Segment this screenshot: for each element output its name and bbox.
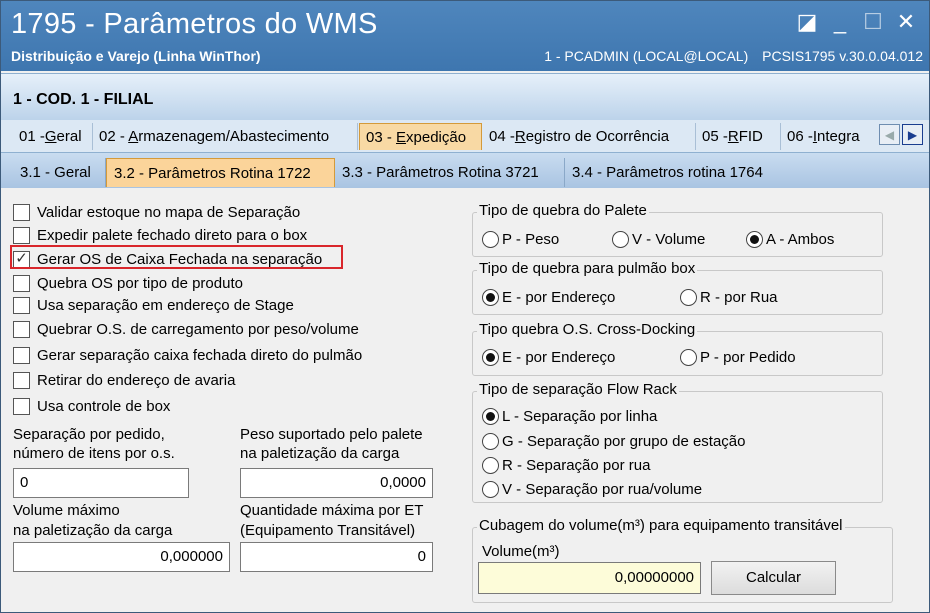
- sep-pedido-label-line1: Separação por pedido,: [13, 426, 165, 443]
- highlight-box: [10, 245, 343, 269]
- tab-registro-ocorrencia[interactable]: 04 -Registro de Ocorrência: [483, 123, 696, 150]
- calcular-button[interactable]: Calcular: [711, 561, 836, 595]
- group-title: Tipo de separação Flow Rack: [477, 381, 679, 398]
- radio-circle-selected[interactable]: [746, 231, 763, 248]
- radio-circle[interactable]: [482, 433, 499, 450]
- checkbox-box[interactable]: [13, 227, 30, 244]
- checkbox-box[interactable]: [13, 347, 30, 364]
- radio-circle[interactable]: [680, 349, 697, 366]
- volume-m3-input[interactable]: 0,00000000: [478, 562, 701, 594]
- tab-expedicao[interactable]: 03 - Expedição: [359, 123, 482, 150]
- qtd-label-line1: Quantidade máxima por ET: [240, 502, 424, 519]
- group-title: Cubagem do volume(m³) para equipamento t…: [477, 517, 845, 534]
- radio-circle[interactable]: [612, 231, 629, 248]
- tab-content: Validar estoque no mapa de Separação Exp…: [1, 188, 929, 612]
- volume-input[interactable]: 0,000000: [13, 542, 230, 572]
- maximize-button[interactable]: ☐: [860, 9, 886, 35]
- radio-circle[interactable]: [680, 289, 697, 306]
- peso-label-line1: Peso suportado pelo palete: [240, 426, 423, 443]
- group-flow-rack: Tipo de separação Flow Rack L - Separaçã…: [472, 381, 883, 503]
- checkbox-box[interactable]: [13, 398, 30, 415]
- filial-bar: 1 - COD. 1 - FILIAL: [1, 73, 929, 121]
- group-quebra-palete: Tipo de quebra do Palete P - Peso V - Vo…: [472, 202, 883, 257]
- checkbox-box[interactable]: [13, 297, 30, 314]
- tab-scroll-right-icon[interactable]: ▶: [902, 124, 923, 145]
- group-title: Tipo de quebra do Palete: [477, 202, 649, 219]
- checkbox-box[interactable]: [13, 204, 30, 221]
- user-label: 1 - PCADMIN (LOCAL@LOCAL): [544, 48, 749, 64]
- group-quebra-pulmao: Tipo de quebra para pulmão box E - por E…: [472, 260, 883, 315]
- tab-geral[interactable]: 01 -Geral: [13, 123, 93, 150]
- group-cross-docking: Tipo quebra O.S. Cross-Docking E - por E…: [472, 321, 883, 376]
- tab-scroll-left-icon[interactable]: ◀: [879, 124, 900, 145]
- peso-input[interactable]: 0,0000: [240, 468, 433, 498]
- title-bar[interactable]: 1795 - Parâmetros do WMS Distribuição e …: [1, 1, 929, 71]
- application-window: 1795 - Parâmetros do WMS Distribuição e …: [0, 0, 930, 613]
- window-subtitle: Distribuição e Varejo (Linha WinThor): [11, 48, 261, 64]
- main-tabs: 01 -Geral 02 - Armazenagem/Abastecimento…: [1, 120, 929, 152]
- restore-icon[interactable]: ◪: [794, 9, 820, 35]
- user-info: 1 - PCADMIN (LOCAL@LOCAL) PCSIS1795 v.30…: [534, 48, 923, 64]
- tab-integracao[interactable]: 06 -Integra: [781, 123, 877, 150]
- group-title: Tipo quebra O.S. Cross-Docking: [477, 321, 698, 338]
- subtab-rotina-1722[interactable]: 3.2 - Parâmetros Rotina 1722: [106, 158, 335, 187]
- subtab-geral[interactable]: 3.1 - Geral: [13, 158, 106, 187]
- sep-pedido-label-line2: número de itens por o.s.: [13, 445, 175, 462]
- volume-m3-label: Volume(m³): [482, 543, 560, 560]
- radio-circle[interactable]: [482, 457, 499, 474]
- sep-pedido-input[interactable]: 0: [13, 468, 189, 498]
- checkbox-box[interactable]: [13, 275, 30, 292]
- tab-armazenagem[interactable]: 02 - Armazenagem/Abastecimento: [93, 123, 358, 150]
- close-button[interactable]: ✕: [893, 9, 919, 35]
- volume-label-line1: Volume máximo: [13, 502, 120, 519]
- minimize-button[interactable]: _: [827, 9, 853, 35]
- volume-label-line2: na paletização da carga: [13, 522, 173, 539]
- window-title: 1795 - Parâmetros do WMS: [11, 8, 378, 40]
- filial-label: 1 - COD. 1 - FILIAL: [13, 91, 154, 108]
- radio-circle[interactable]: [482, 481, 499, 498]
- peso-label-line2: na paletização da carga: [240, 445, 400, 462]
- radio-circle-selected[interactable]: [482, 349, 499, 366]
- qtd-input[interactable]: 0: [240, 542, 433, 572]
- sub-tabs: 3.1 - Geral 3.2 - Parâmetros Rotina 1722…: [1, 152, 929, 188]
- tab-rfid[interactable]: 05 -RFID: [696, 123, 781, 150]
- group-title: Tipo de quebra para pulmão box: [477, 260, 698, 277]
- checkbox-box[interactable]: [13, 372, 30, 389]
- checkbox-box[interactable]: [13, 321, 30, 338]
- qtd-label-line2: (Equipamento Transitável): [240, 522, 416, 539]
- radio-circle-selected[interactable]: [482, 289, 499, 306]
- subtab-rotina-1764[interactable]: 3.4 - Parâmetros rotina 1764: [565, 158, 791, 187]
- radio-circle[interactable]: [482, 231, 499, 248]
- subtab-rotina-3721[interactable]: 3.3 - Parâmetros Rotina 3721: [335, 158, 565, 187]
- version-label: PCSIS1795 v.30.0.04.012: [762, 48, 923, 64]
- radio-circle-selected[interactable]: [482, 408, 499, 425]
